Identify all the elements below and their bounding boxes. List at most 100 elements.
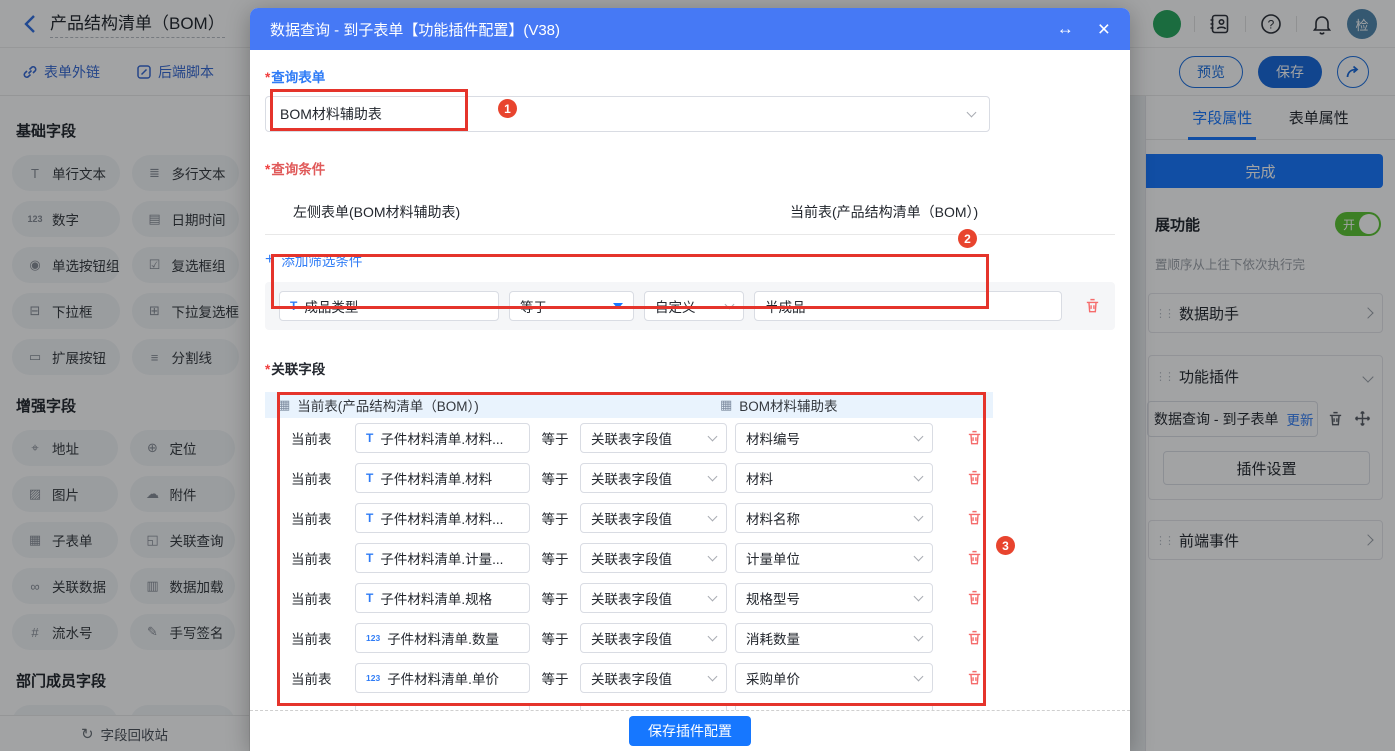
number-field-icon: 123 bbox=[366, 673, 380, 683]
mapping-table: ▦ 当前表(产品结构清单（BOM）) ▦ BOM材料辅助表 当前表 T 子件材料… bbox=[265, 392, 993, 710]
query-condition-label: *查询条件 bbox=[265, 158, 1115, 178]
row-field-input[interactable]: T 子件材料清单.材料... bbox=[355, 503, 530, 533]
row-field-input[interactable]: 123 子件材料清单.金额 bbox=[355, 703, 530, 710]
close-icon[interactable]: × bbox=[1098, 19, 1110, 40]
row-operator: 等于 bbox=[540, 508, 570, 528]
caret-down-icon bbox=[914, 552, 924, 562]
delete-row-icon[interactable] bbox=[966, 589, 983, 607]
row-field-value: 子件材料清单.规格 bbox=[380, 588, 492, 608]
row-target-value: 消耗数量 bbox=[746, 628, 800, 648]
caret-down-icon bbox=[708, 552, 718, 562]
row-field-value: 子件材料清单.数量 bbox=[387, 628, 499, 648]
query-form-value: BOM材料辅助表 bbox=[280, 104, 382, 124]
row-target-select[interactable]: 采购单价 bbox=[735, 663, 933, 693]
add-filter-label: 添加筛选条件 bbox=[281, 250, 362, 270]
row-target-value: 计量单位 bbox=[746, 548, 800, 568]
condition-operator-select[interactable]: 等于 bbox=[509, 291, 634, 321]
delete-row-icon[interactable] bbox=[966, 549, 983, 567]
caret-down-icon bbox=[708, 472, 718, 482]
filter-condition-row: T 成品类型 等于 自定义 半成品 bbox=[265, 282, 1115, 330]
row-operator: 等于 bbox=[540, 668, 570, 688]
row-target-value: 材料名称 bbox=[746, 508, 800, 528]
caret-down-icon bbox=[725, 300, 735, 310]
plus-icon: + bbox=[265, 252, 274, 268]
row-target-select[interactable]: 材料名称 bbox=[735, 503, 933, 533]
delete-condition-icon[interactable] bbox=[1084, 297, 1101, 315]
row-target-select[interactable]: 材料编号 bbox=[735, 423, 933, 453]
row-source-select[interactable]: 关联表字段值 bbox=[580, 623, 727, 653]
dialog-header: 数据查询 - 到子表单【功能插件配置】(V38) ↔ × bbox=[250, 8, 1130, 50]
divider bbox=[265, 234, 1115, 235]
caret-down-icon bbox=[914, 592, 924, 602]
condition-value-input[interactable]: 半成品 bbox=[754, 291, 1062, 321]
dialog-title: 数据查询 - 到子表单【功能插件配置】(V38) bbox=[270, 19, 1057, 40]
row-source-select[interactable]: 关联表字段值 bbox=[580, 583, 727, 613]
add-filter-link[interactable]: + 添加筛选条件 bbox=[265, 250, 1115, 270]
row-target-select[interactable]: 采购金额 bbox=[735, 703, 933, 710]
row-field-input[interactable]: T 子件材料清单.规格 bbox=[355, 583, 530, 613]
delete-row-icon[interactable] bbox=[966, 669, 983, 687]
row-target-value: 材料 bbox=[746, 468, 773, 488]
mode-value: 自定义 bbox=[655, 296, 696, 316]
condition-field-input[interactable]: T 成品类型 bbox=[279, 291, 499, 321]
save-plugin-config-button[interactable]: 保存插件配置 bbox=[629, 716, 751, 746]
mapping-right-header: BOM材料辅助表 bbox=[739, 395, 837, 415]
row-source-value: 关联表字段值 bbox=[591, 668, 672, 688]
row-field-input[interactable]: 123 子件材料清单.数量 bbox=[355, 623, 530, 653]
mapping-row: 当前表 T 子件材料清单.材料... 等于 关联表字段值 材料编号 bbox=[265, 418, 993, 458]
mapping-row: 当前表 123 子件材料清单.单价 等于 关联表字段值 采购单价 bbox=[265, 658, 993, 698]
current-table-header: 当前表(产品结构清单（BOM）) bbox=[790, 202, 1115, 222]
caret-down-icon bbox=[708, 432, 718, 442]
delete-row-icon[interactable] bbox=[966, 509, 983, 527]
row-source-select[interactable]: 关联表字段值 bbox=[580, 663, 727, 693]
row-scope-label: 当前表 bbox=[291, 428, 345, 448]
query-form-label: *查询表单 bbox=[265, 66, 1115, 86]
operator-value: 等于 bbox=[520, 296, 547, 316]
condition-mode-select[interactable]: 自定义 bbox=[644, 291, 744, 321]
row-target-select[interactable]: 消耗数量 bbox=[735, 623, 933, 653]
annotation-badge-1: 1 bbox=[498, 99, 517, 118]
row-scope-label: 当前表 bbox=[291, 588, 345, 608]
mapping-left-header: 当前表(产品结构清单（BOM）) bbox=[297, 395, 479, 415]
app-window: 产品结构清单（BOM） ? 检 bbox=[0, 0, 1395, 751]
table-grid-icon: ▦ bbox=[278, 397, 290, 413]
row-source-select[interactable]: 关联表字段值 bbox=[580, 543, 727, 573]
row-scope-label: 当前表 bbox=[291, 668, 345, 688]
caret-down-icon bbox=[708, 672, 718, 682]
row-field-input[interactable]: T 子件材料清单.计量... bbox=[355, 543, 530, 573]
row-source-value: 关联表字段值 bbox=[591, 468, 672, 488]
row-operator: 等于 bbox=[540, 428, 570, 448]
query-form-select[interactable]: BOM材料辅助表 bbox=[265, 96, 990, 132]
mapping-row: 当前表 T 子件材料清单.材料 等于 关联表字段值 材料 bbox=[265, 458, 993, 498]
row-target-select[interactable]: 规格型号 bbox=[735, 583, 933, 613]
row-target-select[interactable]: 材料 bbox=[735, 463, 933, 493]
row-source-select[interactable]: 关联表字段值 bbox=[580, 463, 727, 493]
mapping-row: 当前表 T 子件材料清单.材料... 等于 关联表字段值 材料名称 bbox=[265, 498, 993, 538]
row-field-input[interactable]: T 子件材料清单.材料... bbox=[355, 423, 530, 453]
row-source-select[interactable]: 关联表字段值 bbox=[580, 703, 727, 710]
caret-down-icon bbox=[914, 432, 924, 442]
row-target-value: 材料编号 bbox=[746, 428, 800, 448]
row-target-value: 规格型号 bbox=[746, 588, 800, 608]
delete-row-icon[interactable] bbox=[966, 469, 983, 487]
row-operator: 等于 bbox=[540, 548, 570, 568]
row-source-value: 关联表字段值 bbox=[591, 508, 672, 528]
expand-icon[interactable]: ↔ bbox=[1057, 19, 1074, 39]
row-field-input[interactable]: 123 子件材料清单.单价 bbox=[355, 663, 530, 693]
delete-row-icon[interactable] bbox=[966, 429, 983, 447]
row-source-select[interactable]: 关联表字段值 bbox=[580, 503, 727, 533]
row-source-select[interactable]: 关联表字段值 bbox=[580, 423, 727, 453]
row-source-value: 关联表字段值 bbox=[591, 428, 672, 448]
row-target-select[interactable]: 计量单位 bbox=[735, 543, 933, 573]
mapping-row: 当前表 123 子件材料清单.金额 等于 关联表字段值 采购金额 bbox=[265, 698, 993, 710]
annotation-badge-3: 3 bbox=[996, 536, 1015, 555]
row-scope-label: 当前表 bbox=[291, 468, 345, 488]
condition-headers: 左侧表单(BOM材料辅助表) 当前表(产品结构清单（BOM）) bbox=[265, 202, 1115, 222]
mapping-row: 当前表 T 子件材料清单.规格 等于 关联表字段值 规格型号 bbox=[265, 578, 993, 618]
row-field-input[interactable]: T 子件材料清单.材料 bbox=[355, 463, 530, 493]
delete-row-icon[interactable] bbox=[966, 629, 983, 647]
caret-down-icon bbox=[708, 512, 718, 522]
row-operator: 等于 bbox=[540, 628, 570, 648]
condition-field-value: 成品类型 bbox=[304, 296, 358, 316]
dialog-footer: 保存插件配置 bbox=[250, 710, 1130, 751]
